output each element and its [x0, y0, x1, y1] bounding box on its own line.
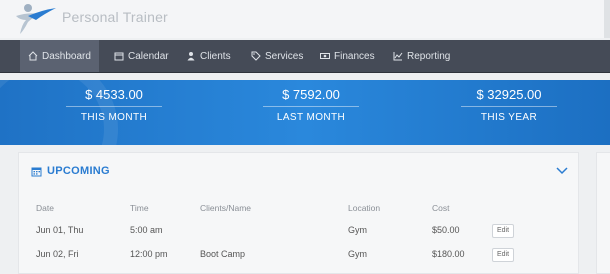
money-icon — [320, 53, 330, 59]
edit-button[interactable]: Edit — [492, 224, 514, 238]
upcoming-title-text: UPCOMING — [47, 165, 110, 177]
cell-time: 5:00 am — [130, 225, 163, 235]
app-header: Personal Trainer — [0, 0, 610, 38]
nav-clients-label: Clients — [200, 50, 231, 62]
stat-last-month: $ 7592.00 LAST MONTH — [241, 80, 381, 145]
stats-band: $ 4533.00 THIS MONTH $ 7592.00 LAST MONT… — [0, 80, 610, 145]
nav-dashboard[interactable]: Dashboard — [20, 40, 99, 72]
topbar-edge — [604, 0, 610, 38]
stat-value: $ 7592.00 — [282, 87, 340, 102]
stat-label: THIS MONTH — [80, 112, 148, 123]
column-header-date: Date — [36, 203, 54, 213]
cell-client: Boot Camp — [200, 249, 246, 259]
stat-label: THIS YEAR — [480, 112, 538, 123]
nav-services[interactable]: Services — [243, 40, 311, 72]
nav-clients[interactable]: Clients — [178, 40, 239, 72]
side-card — [596, 152, 610, 274]
nav-reporting[interactable]: Reporting — [385, 40, 458, 72]
user-icon — [187, 52, 195, 61]
main-navbar: Dashboard Calendar Clients Services Fina… — [0, 40, 610, 73]
nav-finances[interactable]: Finances — [312, 40, 383, 72]
home-icon — [28, 51, 38, 61]
app-title: Personal Trainer — [62, 9, 168, 25]
nav-finances-label: Finances — [334, 50, 375, 62]
column-header-time: Time — [130, 203, 149, 213]
line-chart-icon — [393, 52, 403, 61]
cell-location: Gym — [348, 249, 367, 259]
cell-location: Gym — [348, 225, 367, 235]
logo-icon — [16, 4, 56, 35]
stat-divider — [461, 106, 557, 107]
stat-divider — [263, 106, 359, 107]
stat-label: LAST MONTH — [276, 112, 346, 123]
nav-calendar-label: Calendar — [128, 50, 169, 62]
cell-time: 12:00 pm — [130, 249, 168, 259]
column-header-cost: Cost — [432, 203, 450, 213]
upcoming-title: UPCOMING — [31, 165, 110, 177]
nav-dashboard-label: Dashboard — [42, 50, 91, 62]
tag-icon — [251, 51, 261, 61]
calendar-icon — [31, 167, 42, 176]
cell-date: Jun 01, Thu — [36, 225, 84, 235]
stat-divider — [66, 106, 162, 107]
cell-cost: $50.00 — [432, 225, 460, 235]
stat-value: $ 4533.00 — [85, 87, 143, 102]
nav-calendar[interactable]: Calendar — [106, 40, 177, 72]
cell-cost: $180.00 — [432, 249, 465, 259]
nav-services-label: Services — [265, 50, 304, 62]
column-header-client: Clients/Name — [200, 203, 252, 213]
nav-reporting-label: Reporting — [407, 50, 451, 62]
edit-button[interactable]: Edit — [492, 248, 514, 262]
chevron-down-icon[interactable] — [556, 166, 568, 176]
upcoming-card: UPCOMING Date Time Clients/Name Location… — [18, 152, 579, 274]
stat-this-month: $ 4533.00 THIS MONTH — [44, 80, 184, 145]
stat-value: $ 32925.00 — [476, 87, 542, 102]
stat-this-year: $ 32925.00 THIS YEAR — [439, 80, 579, 145]
cell-date: Jun 02, Fri — [36, 249, 79, 259]
column-header-location: Location — [348, 203, 381, 213]
calendar-icon — [114, 52, 124, 61]
